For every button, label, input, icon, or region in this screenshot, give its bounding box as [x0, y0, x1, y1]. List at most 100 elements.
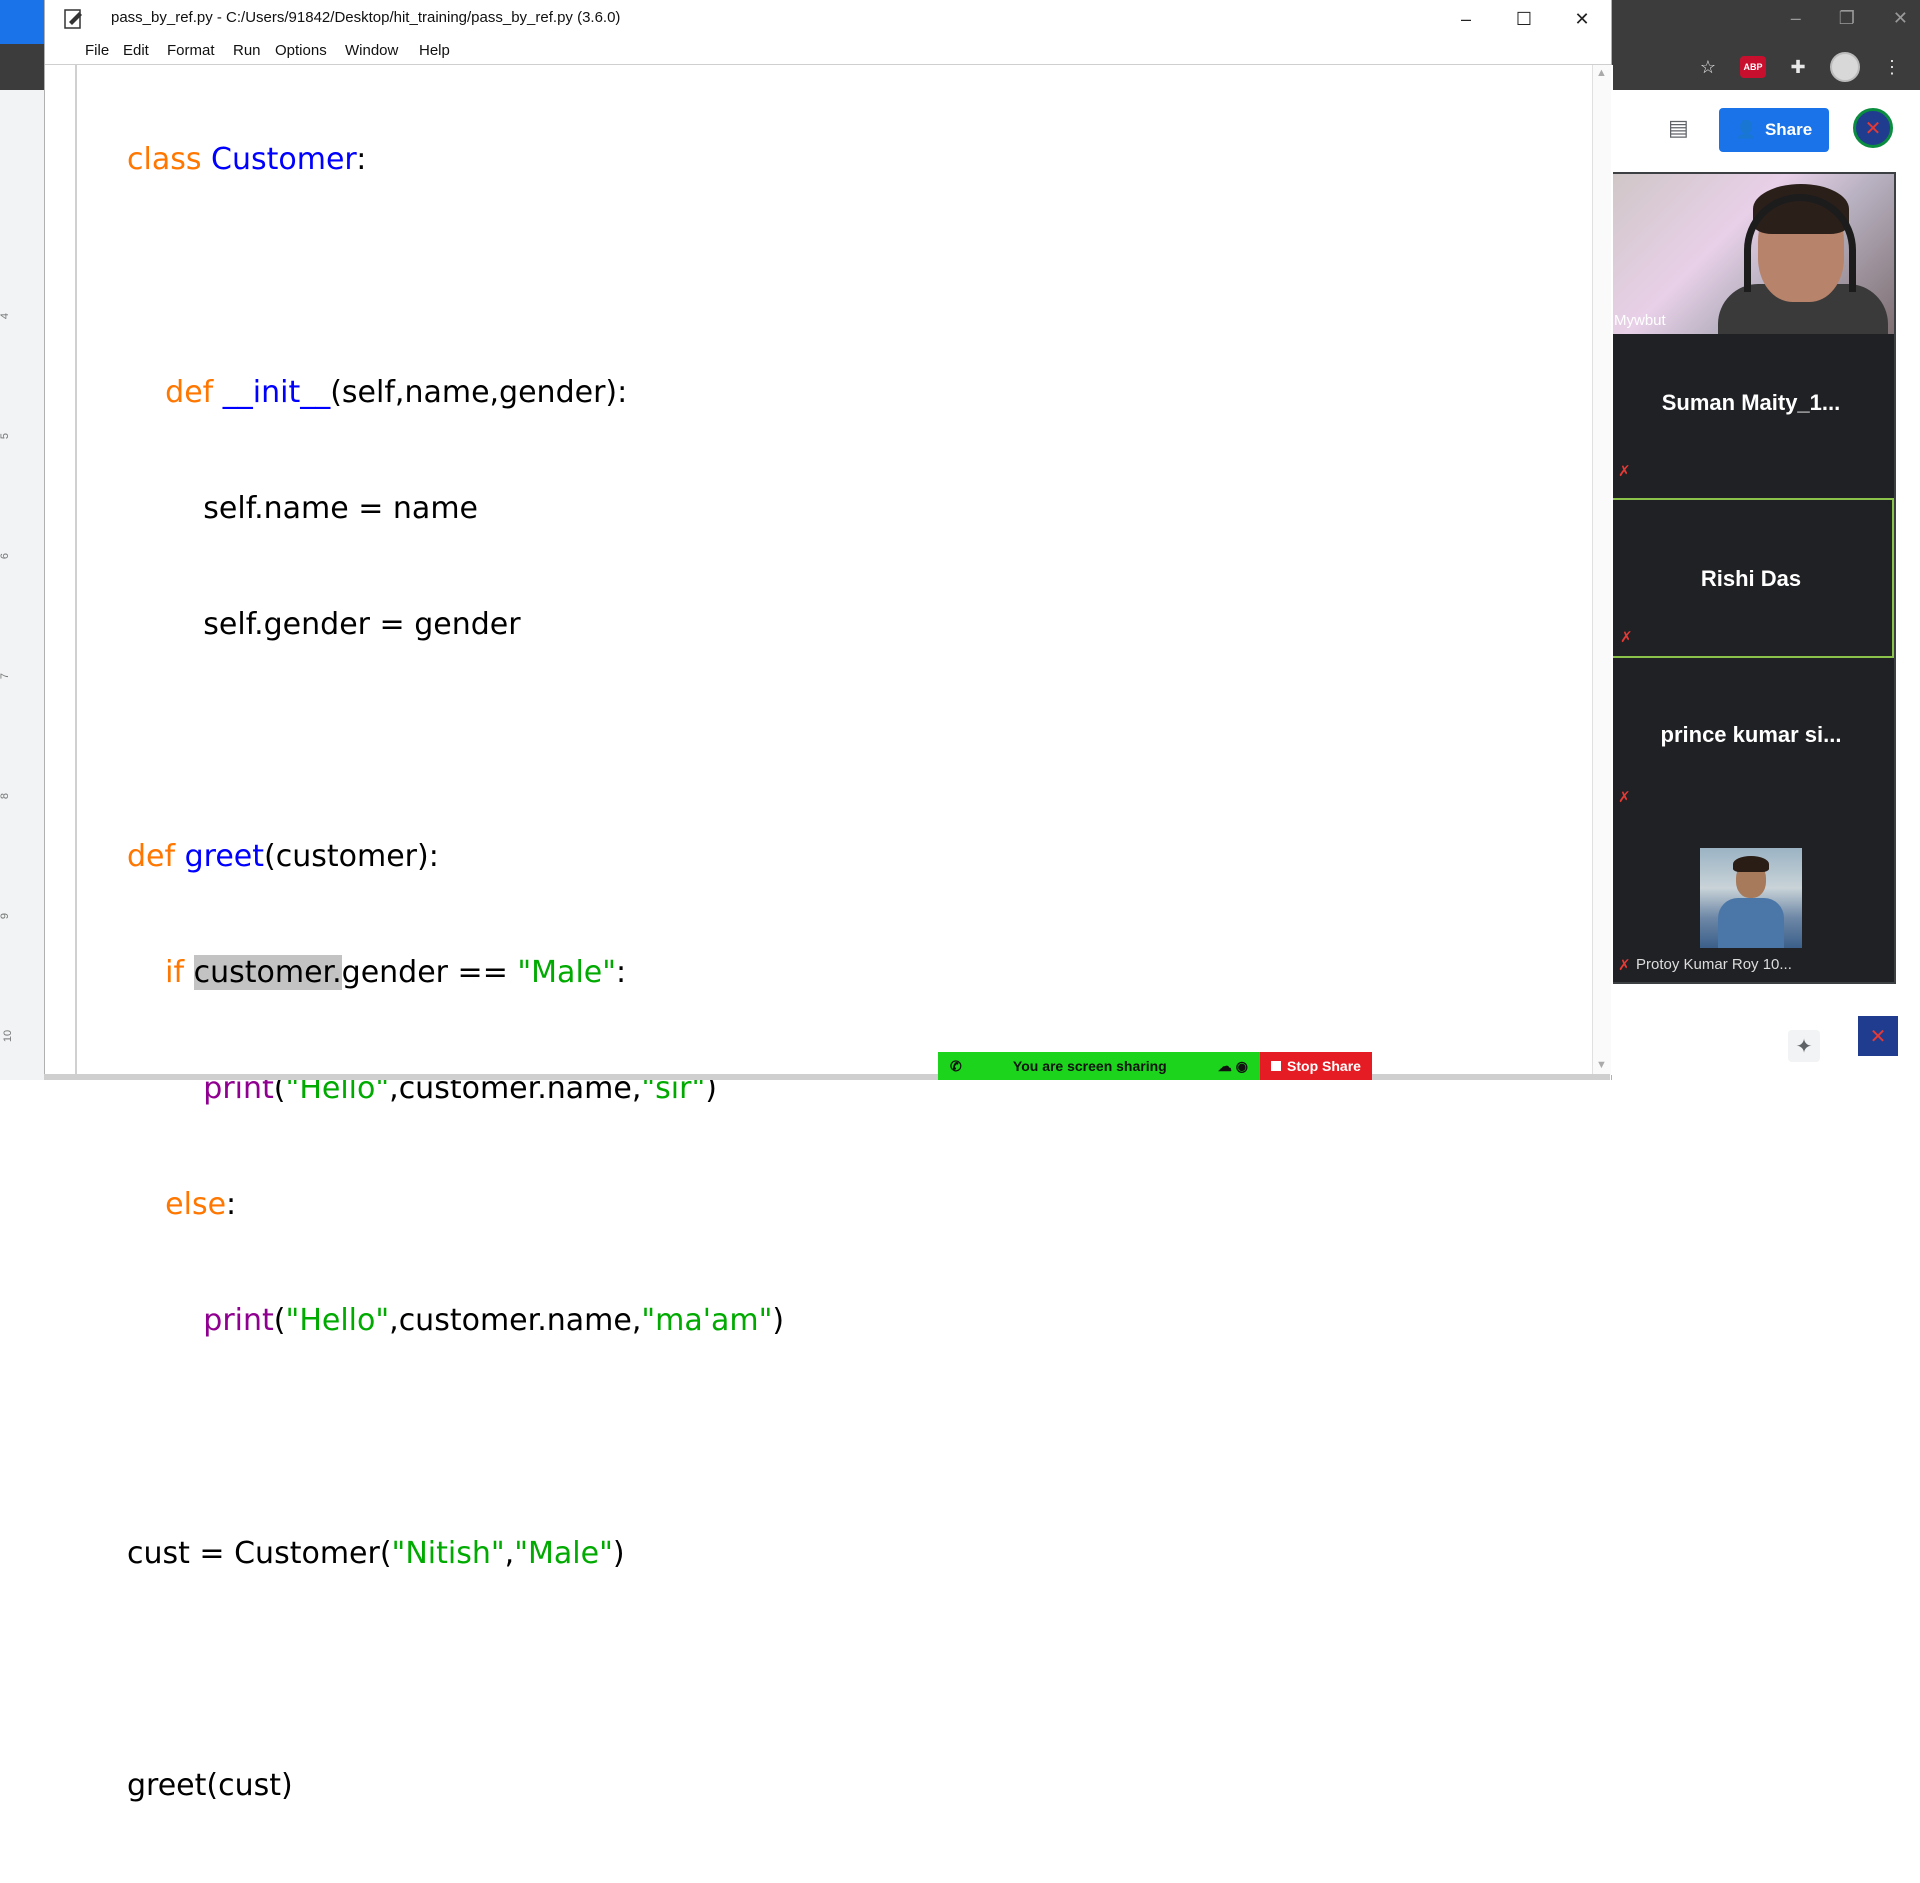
string-literal: "Male" — [517, 955, 617, 991]
string-literal: "ma'am" — [641, 1303, 773, 1339]
participant-name: Suman Maity_1... — [1661, 390, 1841, 415]
star-icon[interactable]: ☆ — [1696, 55, 1720, 79]
code-line: else: — [127, 1186, 784, 1225]
string-literal: "Hello" — [285, 1303, 390, 1339]
ruler-tick: 7 — [0, 672, 12, 680]
code-line: self.name = name — [127, 490, 784, 529]
participant-name: prince kumar si... — [1660, 722, 1842, 747]
participant-name: Mywbut — [1614, 312, 1666, 329]
participant-avatar — [1700, 848, 1802, 948]
mic-off-icon: ✗ — [1618, 957, 1631, 974]
keyword: if — [165, 955, 185, 991]
minimize-button[interactable]: – — [1437, 0, 1495, 38]
menu-options[interactable]: Options — [275, 42, 327, 59]
keyword: def — [127, 838, 176, 874]
string-literal: "Male" — [514, 1535, 613, 1571]
code-token: : — [356, 142, 367, 178]
self-view-avatar[interactable]: ✕ — [1858, 1016, 1898, 1056]
code-line: cust = Customer("Nitish","Male") — [127, 1535, 784, 1574]
share-button-label: Share — [1764, 120, 1813, 139]
code-token: : — [226, 1187, 237, 1223]
participant-tile-video[interactable]: Mywbut — [1608, 174, 1894, 334]
browser-restore-icon[interactable]: ❐ — [1839, 8, 1855, 29]
code-token: ( — [273, 1303, 286, 1339]
code-token: ,customer.name, — [389, 1303, 642, 1339]
adblock-icon[interactable]: ABP — [1740, 56, 1766, 78]
code-token: (customer): — [264, 838, 439, 874]
kebab-menu-icon[interactable]: ⋮ — [1880, 55, 1904, 79]
participant-name: Rishi Das — [1700, 566, 1802, 591]
code-token: self.name = name — [203, 490, 478, 526]
window-bottom-border — [44, 1074, 1610, 1080]
vertical-ruler: 4 5 6 7 8 9 10 — [0, 310, 18, 1110]
builtin: print — [203, 1303, 274, 1339]
browser-window-controls: – ❐ ✕ — [1791, 8, 1908, 29]
menu-run[interactable]: Run — [233, 42, 261, 59]
share-status-icons: ☁ ◉ — [1217, 1057, 1248, 1074]
keyword: class — [127, 142, 202, 178]
stop-share-label: Stop Share — [1287, 1058, 1361, 1074]
account-avatar[interactable]: ✕ — [1853, 108, 1893, 148]
mic-off-icon: ✗ — [1620, 629, 1633, 646]
ruler-tick: 4 — [0, 312, 12, 320]
code-token: (self,name,gender): — [330, 374, 628, 410]
ruler-tick: 9 — [0, 912, 12, 920]
code-token: ) — [772, 1303, 785, 1339]
code-token: : — [616, 955, 627, 991]
close-button[interactable]: ✕ — [1553, 0, 1611, 38]
code-line: greet(cust) — [127, 1767, 784, 1806]
window-controls: – ☐ ✕ — [1437, 0, 1611, 38]
docs-app-icon[interactable] — [0, 0, 44, 44]
menu-file[interactable]: File — [85, 42, 109, 59]
menu-edit[interactable]: Edit — [123, 42, 149, 59]
extensions-puzzle-icon[interactable]: ✚ — [1786, 55, 1810, 79]
window-title: pass_by_ref.py - C:/Users/91842/Desktop/… — [111, 9, 621, 26]
participant-tiles: Mywbut Suman Maity_1... ✗ Rishi Das ✗ pr… — [1606, 172, 1896, 984]
screen-share-status[interactable]: ✆ You are screen sharing ☁ ◉ — [938, 1052, 1260, 1080]
code-token: gender == — [341, 955, 518, 991]
person-add-icon: 👤 — [1735, 120, 1757, 139]
vertical-scrollbar[interactable]: ▲ ▼ — [1592, 65, 1611, 1075]
title-bar: pass_by_ref.py - C:/Users/91842/Desktop/… — [45, 0, 1611, 38]
code-line: class Customer: — [127, 141, 784, 180]
phone-icon: ✆ — [950, 1057, 962, 1074]
idle-file-icon — [64, 9, 82, 29]
idle-editor-window: pass_by_ref.py - C:/Users/91842/Desktop/… — [44, 0, 1613, 1803]
ruler-tick: 5 — [0, 432, 12, 440]
menu-window[interactable]: Window — [345, 42, 398, 59]
function-name: greet — [184, 838, 265, 874]
browser-profile-avatar[interactable] — [1830, 52, 1860, 82]
share-button[interactable]: 👤 Share — [1719, 108, 1829, 152]
chat-icon[interactable]: ▤ — [1668, 115, 1694, 140]
browser-minimize-icon[interactable]: – — [1791, 8, 1801, 29]
participant-tile[interactable]: prince kumar si... ✗ — [1608, 660, 1894, 820]
class-name: Customer — [211, 142, 357, 178]
menu-help[interactable]: Help — [419, 42, 450, 59]
code-token: self.gender = gender — [203, 606, 521, 642]
code-line: def greet(customer): — [127, 838, 784, 877]
stop-share-button[interactable]: Stop Share — [1260, 1052, 1372, 1080]
code-text[interactable]: class Customer: def __init__(self,name,g… — [127, 64, 784, 1883]
screen-share-label: You are screen sharing — [1012, 1058, 1167, 1074]
browser-close-icon[interactable]: ✕ — [1893, 8, 1908, 29]
ruler-tick: 10 — [2, 1029, 15, 1043]
code-token: cust = Customer( — [127, 1535, 392, 1571]
menu-bar: File Edit Format Run Options Window Help — [45, 38, 1611, 65]
stop-icon — [1271, 1061, 1282, 1071]
participant-video — [1608, 174, 1894, 334]
pin-icon[interactable]: ✦ — [1788, 1030, 1820, 1062]
scroll-up-icon[interactable]: ▲ — [1596, 67, 1607, 79]
browser-extensions: ☆ ABP ✚ ⋮ — [1696, 52, 1904, 82]
participant-tile-photo[interactable]: ✗ Protoy Kumar Roy 10... — [1608, 848, 1894, 978]
ruler-tick: 8 — [0, 792, 12, 800]
maximize-button[interactable]: ☐ — [1495, 0, 1553, 38]
menu-format[interactable]: Format — [167, 42, 215, 59]
screen-share-bar: ✆ You are screen sharing ☁ ◉ Stop Share — [938, 1052, 1372, 1080]
participant-tile[interactable]: Suman Maity_1... ✗ — [1608, 334, 1894, 496]
scroll-down-icon[interactable]: ▼ — [1596, 1059, 1607, 1071]
participant-tile-active[interactable]: Rishi Das ✗ — [1608, 498, 1894, 658]
